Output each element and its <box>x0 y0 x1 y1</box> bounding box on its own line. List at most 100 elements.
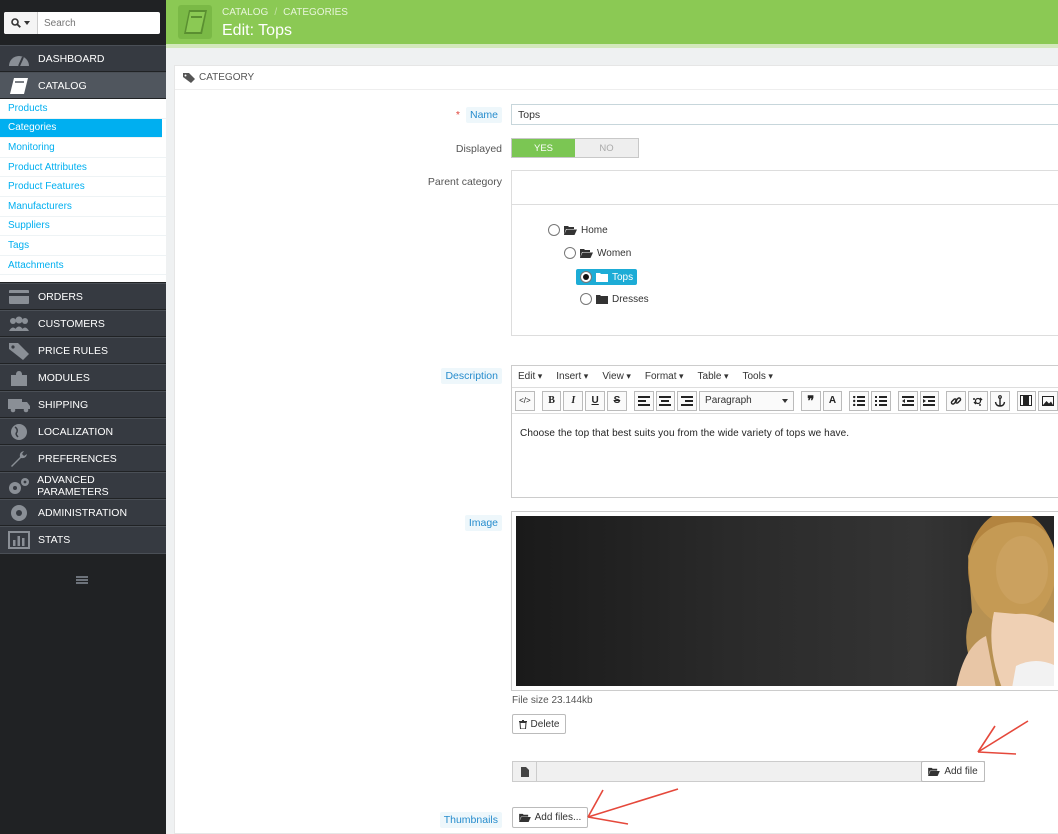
film-icon <box>1020 395 1033 406</box>
blockquote-button[interactable]: ❞ <box>800 390 821 411</box>
indent-button[interactable] <box>919 390 940 411</box>
numbered-list-icon <box>874 395 887 406</box>
header-divider <box>166 44 1058 48</box>
switch-yes[interactable]: YES <box>512 139 575 157</box>
editor-menu-table[interactable]: Table <box>698 371 729 382</box>
submenu-item-categories[interactable]: Categories <box>0 118 162 139</box>
breadcrumb-categories[interactable]: Categories <box>283 7 348 18</box>
file-icon-cell <box>513 762 537 781</box>
submenu-item-product-attributes[interactable]: Product Attributes <box>0 158 166 178</box>
collapse-menu-icon[interactable] <box>76 576 88 584</box>
insert-image-button[interactable] <box>1038 390 1058 411</box>
nav-modules[interactable]: Modules <box>0 364 166 390</box>
underline-button[interactable]: U <box>585 390 606 411</box>
displayed-switch[interactable]: YES NO <box>511 138 639 158</box>
parent-category-label: Parent category <box>427 176 502 188</box>
align-left-button[interactable] <box>633 390 654 411</box>
page-header: Catalog / Categories Edit: Tops <box>166 0 1058 44</box>
submenu-item-product-features[interactable]: Product Features <box>0 177 166 197</box>
nav-price-rules[interactable]: Price Rules <box>0 337 166 363</box>
nav-customers[interactable]: Customers <box>0 310 166 336</box>
text-color-button[interactable]: A <box>822 390 843 411</box>
code-icon: </> <box>519 396 531 405</box>
nav-dashboard[interactable]: Dashboard <box>0 45 166 71</box>
nav-label: Orders <box>38 290 83 303</box>
tree-node-tops[interactable]: Tops <box>576 269 638 285</box>
align-right-icon <box>681 395 694 406</box>
tree-node-home[interactable]: Home <box>548 224 608 236</box>
users-icon <box>9 316 29 331</box>
required-marker: * <box>455 109 460 121</box>
search-button[interactable] <box>4 12 38 34</box>
remove-link-button[interactable] <box>968 390 988 411</box>
nav-advanced-parameters[interactable]: Advanced Parameters <box>0 472 166 498</box>
tree-radio[interactable] <box>580 293 592 305</box>
search-box <box>4 12 160 34</box>
folder-icon <box>596 273 608 282</box>
link-icon <box>950 396 962 405</box>
source-code-button[interactable]: </> <box>515 390 535 411</box>
bullet-list-button[interactable] <box>849 390 870 411</box>
nav-stats[interactable]: Stats <box>0 526 166 554</box>
search-input[interactable] <box>40 12 158 34</box>
align-right-button[interactable] <box>677 390 698 411</box>
nav-label: Catalog <box>38 79 87 92</box>
caret-down-icon <box>781 398 788 403</box>
submenu-item-products[interactable]: Products <box>0 99 166 119</box>
add-file-button[interactable]: Add file <box>921 761 985 782</box>
submenu-item-manufacturers[interactable]: Manufacturers <box>0 197 166 217</box>
outdent-button[interactable] <box>897 390 918 411</box>
tree-radio-selected[interactable] <box>580 271 592 283</box>
tree-node-women[interactable]: Women <box>564 247 631 259</box>
delete-image-button[interactable]: Delete <box>512 714 566 734</box>
submenu-item-monitoring[interactable]: Monitoring <box>0 138 166 158</box>
tree-radio[interactable] <box>564 247 576 259</box>
add-file-label: Add file <box>944 766 978 777</box>
editor-menu-insert[interactable]: Insert <box>556 371 588 382</box>
numbered-list-button[interactable] <box>871 390 891 411</box>
switch-no[interactable]: NO <box>575 139 638 157</box>
submenu-item-suppliers[interactable]: Suppliers <box>0 217 166 237</box>
tree-node-label: Home <box>581 224 608 236</box>
nav-preferences[interactable]: Preferences <box>0 445 166 471</box>
category-image-preview <box>511 511 1058 691</box>
breadcrumb-separator: / <box>274 7 278 18</box>
editor-menu-format[interactable]: Format <box>645 371 684 382</box>
bold-button[interactable]: B <box>541 390 562 411</box>
block-format-select[interactable]: Paragraph <box>699 390 794 411</box>
submenu-item-attachments[interactable]: Attachments <box>0 256 166 276</box>
add-files-button[interactable]: Add files... <box>512 807 588 828</box>
anchor-icon <box>994 394 1005 407</box>
indent-icon <box>923 395 936 406</box>
name-input[interactable] <box>511 104 1058 125</box>
folder-open-icon <box>580 249 593 258</box>
nav-administration[interactable]: Administration <box>0 499 166 525</box>
tree-node-dresses[interactable]: Dresses <box>580 293 649 305</box>
tree-radio[interactable] <box>548 224 560 236</box>
insert-video-button[interactable] <box>1016 390 1037 411</box>
nav-catalog[interactable]: Catalog <box>0 72 166 98</box>
tree-node-label: Women <box>597 247 632 259</box>
block-format-value: Paragraph <box>705 395 752 406</box>
editor-menu-tools[interactable]: Tools <box>742 371 772 382</box>
truck-icon <box>8 398 30 412</box>
nav-shipping[interactable]: Shipping <box>0 391 166 417</box>
breadcrumb-catalog[interactable]: Catalog <box>222 7 268 18</box>
align-center-button[interactable] <box>655 390 676 411</box>
model-photo-image <box>956 516 1054 686</box>
insert-link-button[interactable] <box>946 390 967 411</box>
strikethrough-button[interactable]: S <box>607 390 627 411</box>
folder-open-icon <box>564 226 577 235</box>
submenu-item-tags[interactable]: Tags <box>0 236 166 256</box>
book-icon <box>178 5 212 39</box>
editor-content[interactable]: Choose the top that best suits you from … <box>512 414 1058 453</box>
bar-chart-icon <box>8 531 30 549</box>
editor-menu-edit[interactable]: Edit <box>518 371 542 382</box>
cogs-icon <box>8 477 29 494</box>
anchor-button[interactable] <box>989 390 1010 411</box>
image-file-input[interactable] <box>512 761 985 782</box>
nav-orders[interactable]: Orders <box>0 283 166 309</box>
italic-button[interactable]: I <box>563 390 584 411</box>
editor-menu-view[interactable]: View <box>602 371 631 382</box>
nav-localization[interactable]: Localization <box>0 418 166 444</box>
